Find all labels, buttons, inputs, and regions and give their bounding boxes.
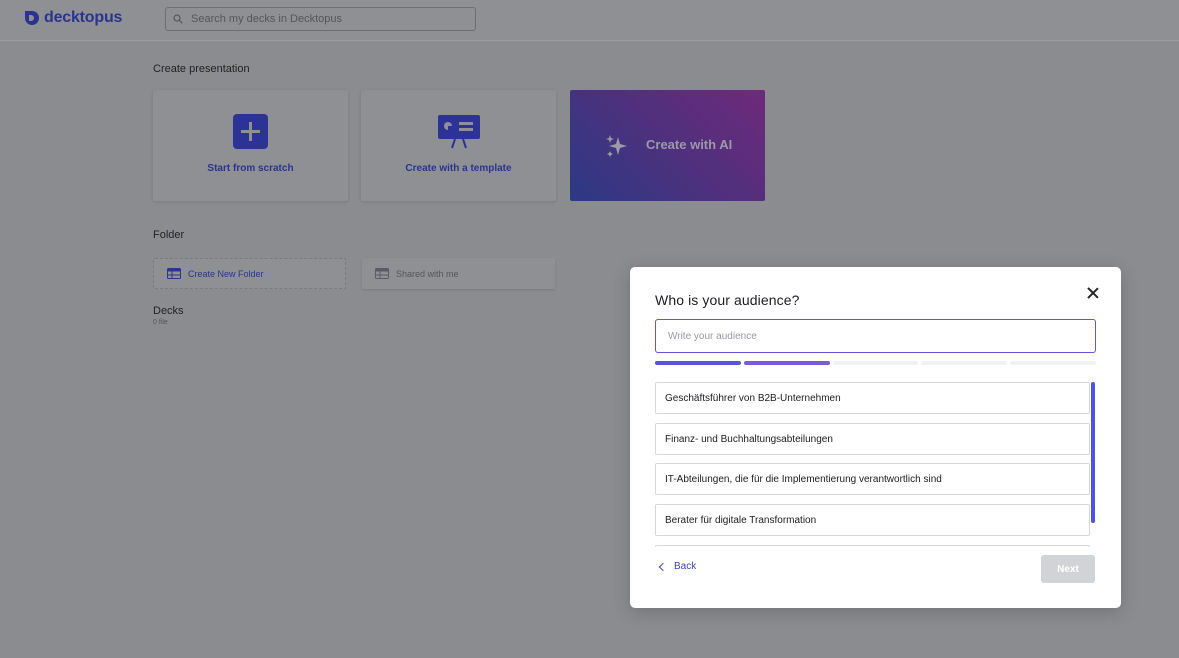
plus-icon <box>233 114 268 149</box>
create-new-folder-button[interactable]: Create New Folder <box>153 258 346 289</box>
top-bar: decktopus <box>0 0 1179 41</box>
decktopus-logo-icon <box>25 11 39 25</box>
progress-step <box>832 361 919 365</box>
progress-steps <box>655 361 1096 365</box>
app-logo[interactable]: decktopus <box>25 9 122 27</box>
options-scrollbar[interactable] <box>1091 382 1095 523</box>
create-with-template-label: Create with a template <box>405 163 512 174</box>
presentation-board-icon <box>438 115 480 149</box>
back-button[interactable]: Back <box>658 561 697 572</box>
audience-options-list: Geschäftsführer von B2B-Unternehmen Fina… <box>655 382 1090 547</box>
folder-table-icon <box>167 268 181 279</box>
next-button[interactable]: Next <box>1041 555 1095 583</box>
audience-option[interactable]: Berater für digitale Transformation <box>655 504 1090 536</box>
search-icon <box>173 14 183 24</box>
audience-option[interactable]: Geschäftsführer von B2B-Unternehmen <box>655 382 1090 414</box>
progress-step <box>921 361 1008 365</box>
app-logo-text: decktopus <box>44 9 123 26</box>
audience-option[interactable]: Finanz- und Buchhaltungsabteilungen <box>655 423 1090 455</box>
progress-step <box>1010 361 1096 365</box>
close-icon[interactable] <box>1085 285 1101 301</box>
create-with-template-card[interactable]: Create with a template <box>361 90 556 201</box>
decks-title: Decks <box>153 305 184 317</box>
start-from-scratch-label: Start from scratch <box>207 163 294 174</box>
folder-title: Folder <box>153 229 185 241</box>
modal-title: Who is your audience? <box>655 292 800 308</box>
audience-input[interactable] <box>655 319 1096 353</box>
audience-option[interactable] <box>655 545 1090 547</box>
progress-step <box>743 361 830 365</box>
chevron-left-icon <box>658 562 668 572</box>
audience-option[interactable]: IT-Abteilungen, die für die Implementier… <box>655 463 1090 495</box>
shared-with-me-button[interactable]: Shared with me <box>362 258 555 289</box>
decks-count: 0 file <box>153 319 168 326</box>
search-box[interactable] <box>165 7 476 31</box>
audience-modal: Who is your audience? Geschäftsführer vo… <box>630 267 1121 608</box>
create-presentation-title: Create presentation <box>153 63 250 75</box>
create-with-ai-label: Create with AI <box>646 137 733 152</box>
sparkles-icon <box>606 135 627 157</box>
folder-table-icon <box>375 268 389 279</box>
back-label: Back <box>674 561 697 572</box>
start-from-scratch-card[interactable]: Start from scratch <box>153 90 348 201</box>
create-new-folder-label: Create New Folder <box>188 268 264 279</box>
shared-with-me-label: Shared with me <box>396 268 459 279</box>
search-input[interactable] <box>191 13 461 25</box>
create-with-ai-card[interactable]: Create with AI <box>570 90 765 201</box>
progress-step <box>655 361 741 365</box>
